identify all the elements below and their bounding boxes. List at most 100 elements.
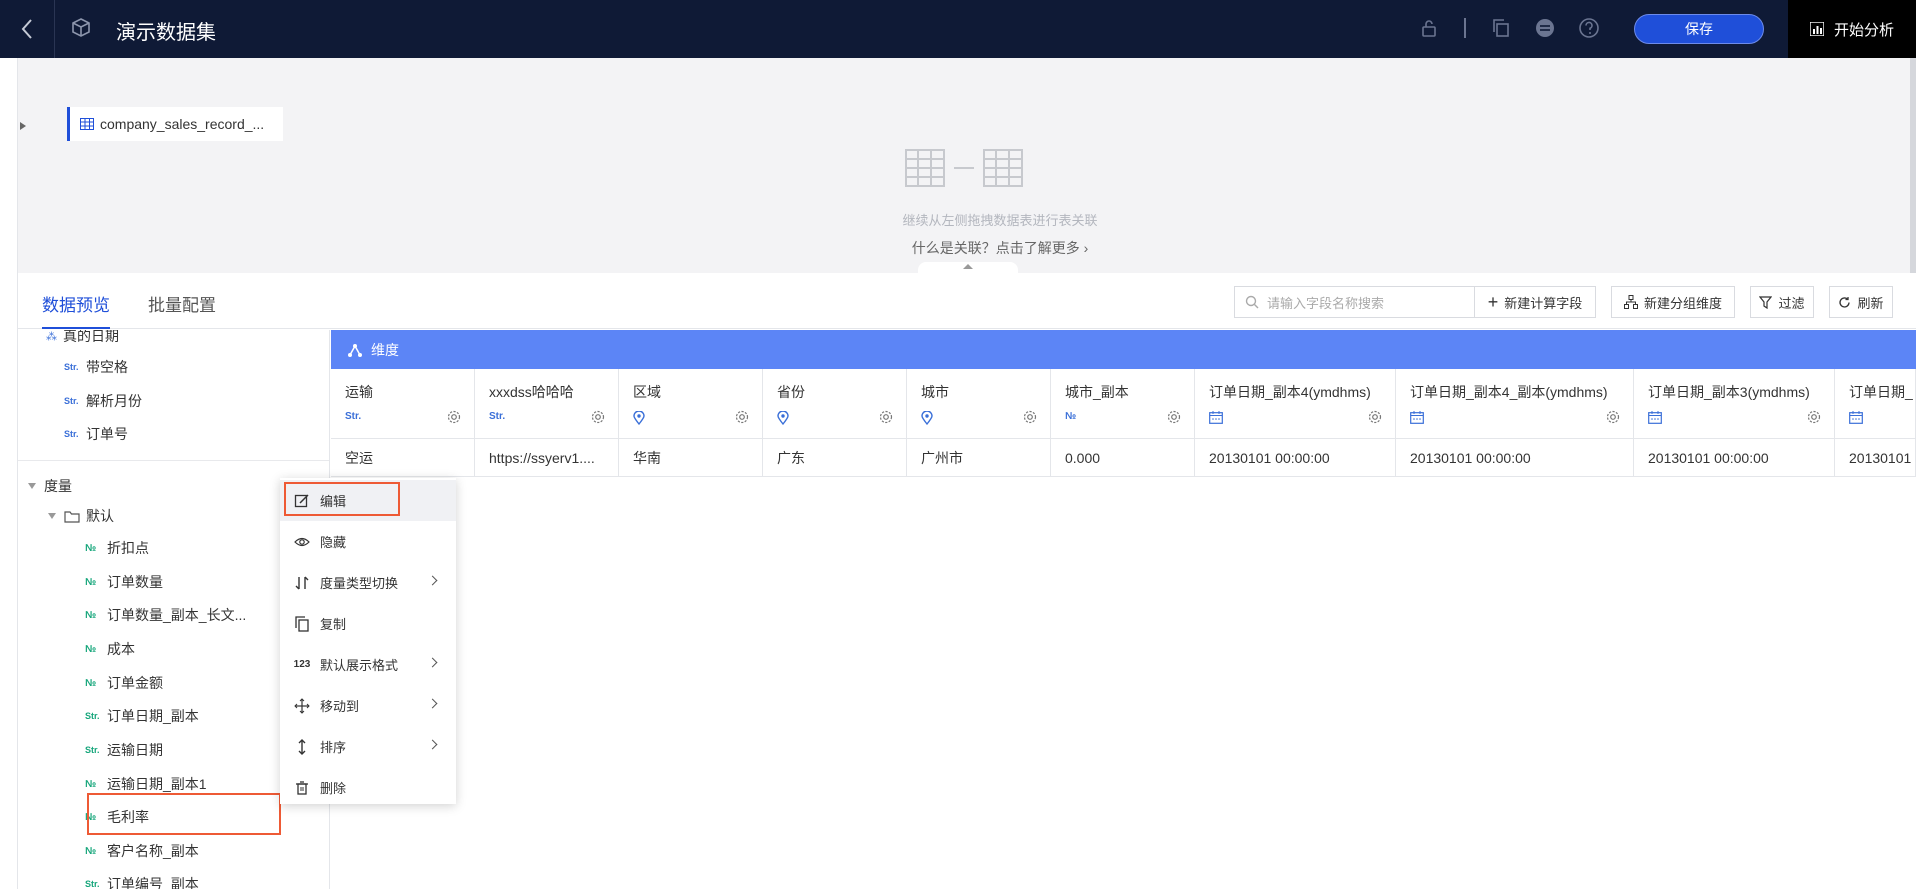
help-icon[interactable] (1578, 17, 1600, 39)
join-hint-text: 继续从左侧拖拽数据表进行表关联 (902, 213, 1098, 228)
bar-chart-icon (1809, 22, 1824, 36)
eye-icon (294, 537, 310, 546)
field-item[interactable]: № 客户名称_副本 (85, 838, 199, 864)
menu-item-sort[interactable]: 排序 (280, 726, 456, 767)
tab-batch-config[interactable]: 批量配置 (148, 291, 216, 316)
measure-section-header[interactable]: 度量 (28, 473, 72, 499)
dataset-cube-icon (72, 18, 90, 37)
menu-item-label: 默认展示格式 (320, 658, 399, 673)
number-type-icon: № (85, 643, 97, 655)
gear-icon[interactable] (1367, 409, 1383, 425)
gear-icon[interactable] (1806, 409, 1822, 425)
table-node[interactable]: company_sales_record_... (67, 107, 283, 141)
gear-icon[interactable] (1605, 409, 1621, 425)
gear-icon[interactable] (734, 409, 750, 425)
collapse-canvas-tab[interactable] (918, 262, 1018, 273)
refresh-label: 刷新 (1857, 295, 1884, 311)
active-tab-indicator (42, 327, 110, 329)
column-name: 订单日期_副本3(ymdhms) (1648, 384, 1810, 400)
field-name: 解析月份 (86, 393, 142, 409)
column-name: 城市 (921, 384, 949, 400)
field-name: 订单数量 (107, 574, 163, 590)
field-item[interactable]: № 订单数量_副本_长文... (85, 602, 246, 628)
menu-item-switch-type[interactable]: 度量类型切换 (280, 562, 456, 603)
field-item[interactable]: Str. 订单号 (64, 421, 128, 447)
start-analysis-label: 开始分析 (1833, 21, 1894, 39)
back-button[interactable] (0, 0, 55, 58)
filter-icon (1759, 295, 1773, 309)
field-item[interactable]: Str. 订单编号_副本 (85, 871, 199, 889)
context-menu: 编辑 隐藏 度量类型切换 复制 123 默认展示格式 移动到 排序 删除 (280, 478, 456, 804)
field-item[interactable]: № 成本 (85, 636, 135, 662)
refresh-button[interactable]: 刷新 (1829, 286, 1893, 318)
field-item[interactable]: Str. 解析月份 (64, 388, 142, 414)
column-header[interactable]: 订单日期_ (1835, 369, 1916, 439)
table-join-illustration-icon (905, 149, 1023, 187)
column-name: 城市_副本 (1065, 384, 1129, 400)
number-type-icon: № (85, 576, 97, 588)
column-header[interactable]: 区域 (619, 369, 763, 439)
field-name: 订单数量_副本_长文... (107, 607, 247, 623)
column-header[interactable]: 城市 (907, 369, 1051, 439)
column-header[interactable]: 城市_副本 № (1051, 369, 1195, 439)
table-icon (80, 118, 94, 130)
column-header[interactable]: 订单日期_副本3(ymdhms) (1634, 369, 1835, 439)
field-item[interactable]: № 订单数量 (85, 569, 163, 595)
table-cell: 华南 (619, 439, 763, 477)
start-analysis-button[interactable]: 开始分析 (1788, 0, 1916, 58)
expand-sidebar-icon[interactable] (20, 122, 26, 130)
table-cell: https://ssyerv1.... (475, 439, 619, 477)
minus-circle-icon[interactable] (1534, 17, 1556, 39)
string-type-icon: Str. (64, 429, 79, 439)
learn-more-link[interactable]: 什么是关联？点击了解更多 › (800, 238, 1200, 258)
date-type-icon (1410, 411, 1424, 427)
field-item[interactable]: № 订单金额 (85, 670, 163, 696)
field-item[interactable]: Str. 带空格 (64, 354, 128, 380)
folder-icon (64, 510, 80, 523)
gear-icon[interactable] (446, 409, 462, 425)
field-item-top[interactable]: ⁂ 真的日期 (46, 330, 119, 349)
lock-icon[interactable] (1418, 17, 1440, 39)
canvas-scrollbar[interactable] (1910, 58, 1916, 273)
new-calc-field-button[interactable]: + 新建计算字段 (1474, 286, 1596, 318)
edit-item-highlight (284, 482, 400, 516)
gear-icon[interactable] (1022, 409, 1038, 425)
caret-down-icon (48, 513, 56, 519)
column-header[interactable]: xxxdss哈哈哈 Str. (475, 369, 619, 439)
menu-item-delete[interactable]: 删除 (280, 767, 456, 808)
table-node-label: company_sales_record_... (100, 116, 265, 132)
column-header[interactable]: 省份 (763, 369, 907, 439)
menu-item-format[interactable]: 123 默认展示格式 (280, 644, 456, 685)
column-header[interactable]: 订单日期_副本4_副本(ymdhms) (1396, 369, 1634, 439)
column-name: 订单日期_ (1849, 384, 1913, 400)
menu-item-label: 排序 (320, 740, 347, 755)
field-name: 成本 (107, 641, 135, 657)
field-item[interactable]: Str. 订单日期_副本 (85, 703, 199, 729)
menu-item-move-to[interactable]: 移动到 (280, 685, 456, 726)
field-item[interactable]: Str. 运输日期 (85, 737, 163, 763)
column-name: xxxdss哈哈哈 (489, 384, 574, 400)
top-bar: 演示数据集 保存 开始分析 (0, 0, 1916, 58)
gear-icon[interactable] (1166, 409, 1182, 425)
column-header[interactable]: 订单日期_副本4(ymdhms) (1195, 369, 1396, 439)
tab-data-preview[interactable]: 数据预览 (42, 291, 110, 316)
field-item[interactable]: № 折扣点 (85, 535, 149, 561)
field-search-input[interactable]: 请输入字段名称搜索 (1234, 286, 1478, 318)
sort-icon (298, 738, 306, 755)
new-group-dim-button[interactable]: 新建分组维度 (1611, 286, 1735, 318)
menu-item-label: 复制 (320, 617, 347, 632)
gear-icon[interactable] (590, 409, 606, 425)
copy-icon[interactable] (1490, 17, 1512, 39)
gear-icon[interactable] (878, 409, 894, 425)
hierarchy-icon (1623, 295, 1638, 309)
filter-label: 过滤 (1778, 295, 1805, 311)
folder-item[interactable]: 默认 (48, 503, 114, 529)
chevron-right-icon (427, 657, 438, 668)
save-button[interactable]: 保存 (1634, 14, 1764, 44)
menu-item-copy[interactable]: 复制 (280, 603, 456, 644)
menu-item-hide[interactable]: 隐藏 (280, 521, 456, 562)
chevron-right-icon: › (1083, 240, 1089, 256)
filter-button[interactable]: 过滤 (1750, 286, 1814, 318)
column-header[interactable]: 运输 Str. (331, 369, 475, 439)
number-type-icon: № (85, 845, 97, 857)
